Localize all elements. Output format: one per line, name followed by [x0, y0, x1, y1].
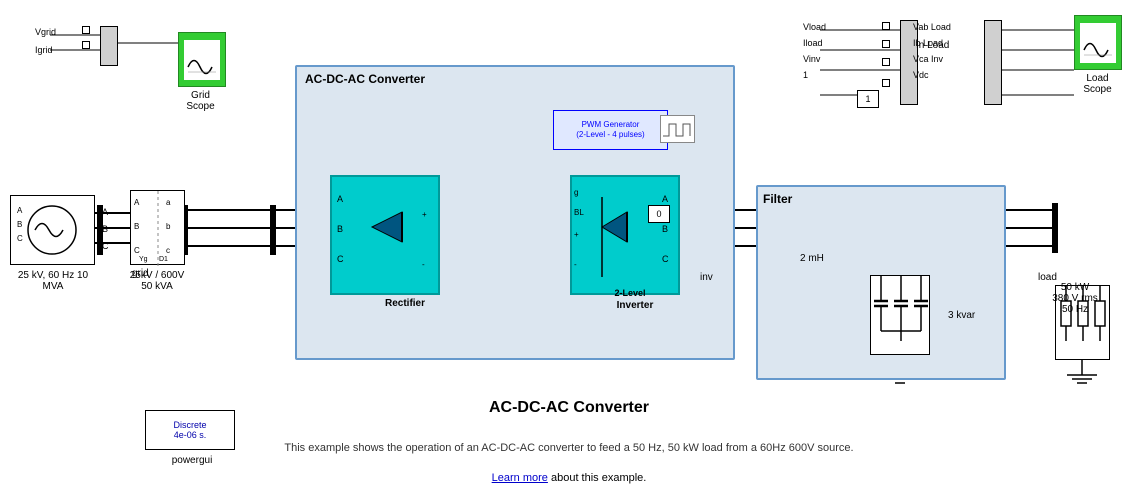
- vdc-terminal: [882, 79, 890, 87]
- power-source-block: A B C: [10, 195, 95, 265]
- inverter-block: g BL A B C + -: [570, 175, 680, 295]
- constant-0-block: 0: [648, 205, 670, 223]
- load-mux2-block: [984, 20, 1002, 105]
- svg-text:-: -: [422, 260, 425, 269]
- svg-text:+: +: [574, 230, 579, 239]
- inv-label: inv: [700, 272, 713, 283]
- rectifier-block: A B C + -: [330, 175, 440, 295]
- svg-text:D1: D1: [159, 256, 168, 263]
- rectifier-label: Rectifier: [350, 298, 460, 309]
- svg-text:B: B: [17, 220, 22, 229]
- load-signals: Vload Iload Vinv 1: [803, 22, 826, 80]
- svg-text:A: A: [134, 198, 140, 207]
- vca-inv-terminal: [882, 58, 890, 66]
- pwm-waveform-display: [660, 115, 695, 143]
- load-specs-label: 50 kW 380 V rms 50 Hz: [1040, 282, 1110, 315]
- svg-text:b: b: [166, 222, 171, 231]
- svg-text:A: A: [102, 207, 108, 217]
- svg-text:-: -: [574, 260, 577, 269]
- ac-dc-converter-label: AC-DC-AC Converter: [305, 72, 425, 86]
- capacitor-label: 3 kvar: [948, 310, 975, 321]
- power-source-label: 25 kV, 60 Hz 10 MVA: [8, 270, 98, 292]
- load-scope-label: Load Scope: [1070, 73, 1125, 95]
- svg-text:B: B: [337, 224, 343, 234]
- grid-scope-label: Grid Scope: [173, 90, 228, 112]
- svg-text:B: B: [134, 222, 139, 231]
- filter-label: Filter: [763, 192, 792, 206]
- igrid-terminal: [82, 41, 90, 49]
- in-load-label: In Load: [916, 40, 949, 51]
- powergui-label: powergui: [148, 455, 236, 466]
- svg-text:C: C: [662, 254, 669, 264]
- svg-text:BL: BL: [574, 208, 584, 217]
- svg-text:+: +: [422, 210, 427, 219]
- svg-text:A: A: [662, 194, 668, 204]
- svg-text:c: c: [166, 246, 170, 255]
- bottom-link-container: Learn more about this example.: [0, 472, 1138, 484]
- constant-1-block: 1: [857, 90, 879, 108]
- learn-more-link[interactable]: Learn more: [492, 472, 548, 484]
- diagram-container: A B C AC-DC-AC Converter Filter A B C 25…: [0, 0, 1138, 502]
- inverter-type-label: 2-Level: [575, 288, 685, 298]
- bottom-title: AC-DC-AC Converter: [0, 399, 1138, 417]
- pwm-generator-block: PWM Generator (2-Level - 4 pulses): [553, 110, 668, 150]
- inverter-label: Inverter: [580, 300, 690, 311]
- capacitor-block: [870, 275, 930, 355]
- grid-mux-block: [100, 26, 118, 66]
- vgrid-signal: Vgrid Igrid: [35, 27, 56, 55]
- svg-text:A: A: [17, 206, 23, 215]
- grid-scope-block[interactable]: [178, 32, 226, 87]
- svg-text:C: C: [102, 241, 109, 251]
- load-scope-block[interactable]: [1074, 15, 1122, 70]
- transformer-block: A B C a b c Yg D1: [130, 190, 185, 265]
- svg-text:B: B: [662, 224, 668, 234]
- transformer-label: 25kV / 600V 50 kVA: [127, 270, 187, 292]
- vab-load-terminal: [882, 22, 890, 30]
- svg-text:C: C: [17, 234, 23, 243]
- vgrid-terminal: [82, 26, 90, 34]
- svg-text:A: A: [337, 194, 343, 204]
- learn-more-suffix: about this example.: [551, 472, 646, 484]
- svg-text:B: B: [102, 224, 108, 234]
- svg-text:g: g: [574, 188, 578, 197]
- svg-text:Yg: Yg: [139, 256, 148, 263]
- ib-load-terminal: [882, 40, 890, 48]
- bottom-description: This example shows the operation of an A…: [0, 442, 1138, 454]
- svg-text:C: C: [134, 246, 140, 255]
- load-scope-signal-labels: Vab Load Ib Load Vca Inv Vdc: [913, 22, 951, 80]
- inductor-label: 2 mH: [800, 253, 824, 264]
- svg-text:a: a: [166, 198, 171, 207]
- svg-text:C: C: [337, 254, 344, 264]
